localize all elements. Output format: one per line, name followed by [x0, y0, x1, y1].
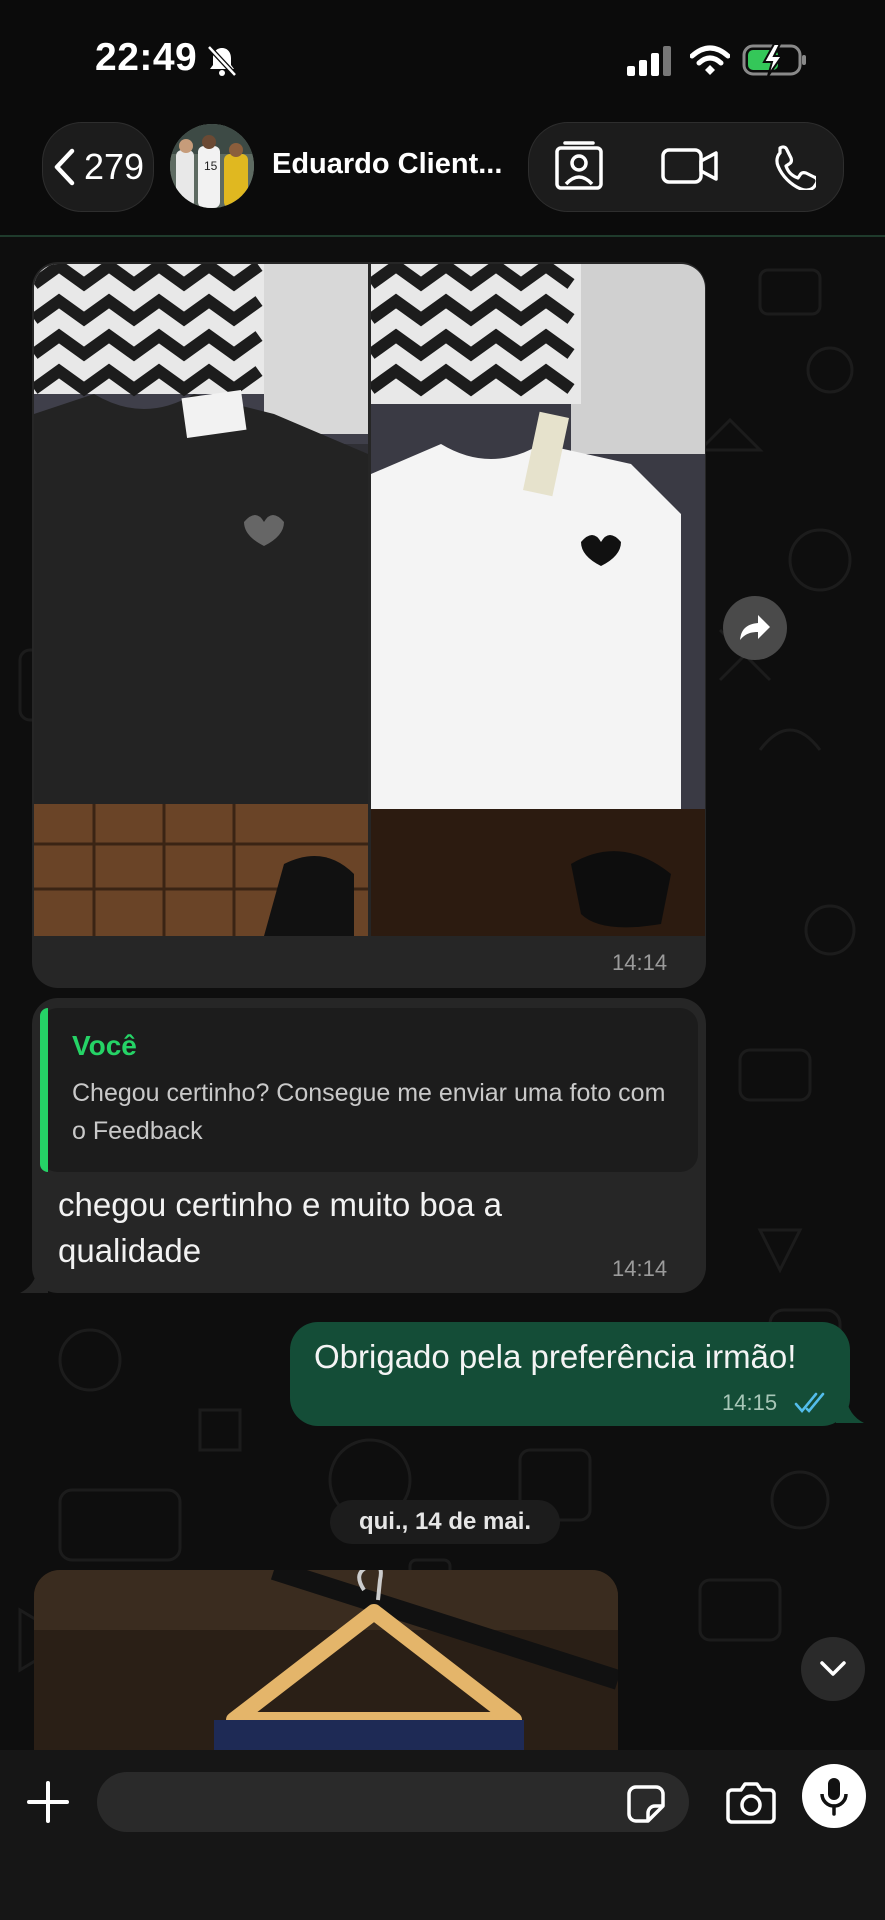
chevron-down-icon [820, 1661, 846, 1676]
battery-charging-icon [742, 43, 806, 77]
contact-card-icon[interactable] [553, 140, 605, 192]
message-time: 14:15 [722, 1390, 778, 1415]
message-time: 14:14 [612, 1256, 668, 1281]
message-time: 14:14 [612, 950, 668, 975]
quote-text: Chegou certinho? Consegue me enviar uma … [72, 1079, 666, 1145]
unread-count: 279 [84, 146, 145, 187]
chevron-left-icon [54, 148, 75, 186]
photo-black-tshirt[interactable] [34, 264, 368, 936]
plus-icon[interactable] [26, 1780, 70, 1824]
forward-button[interactable] [723, 596, 787, 660]
scroll-to-bottom-button[interactable] [801, 1637, 865, 1701]
photo-sweater-hanger[interactable] [34, 1570, 618, 1770]
microphone-button[interactable] [802, 1764, 866, 1828]
signal-icon [627, 46, 671, 76]
bubble-tail [836, 1396, 864, 1423]
date-separator: qui., 14 de mai. [330, 1500, 560, 1544]
read-receipt-icon [794, 1392, 825, 1414]
message-text: Obrigado pela preferência irmão! [314, 1338, 797, 1375]
svg-text:15: 15 [204, 159, 218, 173]
quote-accent-bar [40, 1008, 48, 1172]
photo-white-tshirt[interactable] [371, 264, 705, 936]
bubble-tail [20, 1266, 48, 1293]
video-call-icon[interactable] [660, 146, 720, 186]
message-text: chegou certinho e muito boa a qualidade [58, 1186, 502, 1269]
wifi-icon [690, 45, 730, 75]
camera-icon[interactable] [726, 1780, 776, 1824]
bell-slash-icon [207, 45, 237, 77]
status-time: 22:49 [95, 36, 198, 79]
sticker-icon[interactable] [626, 1784, 666, 1824]
microphone-icon [820, 1778, 848, 1816]
forward-icon [740, 615, 770, 640]
quote-author: Você [72, 1030, 137, 1061]
contact-avatar[interactable]: 15 [170, 124, 254, 208]
phone-icon[interactable] [770, 144, 816, 190]
message-input[interactable] [97, 1772, 689, 1832]
contact-name[interactable]: Eduardo Client... [272, 148, 502, 181]
